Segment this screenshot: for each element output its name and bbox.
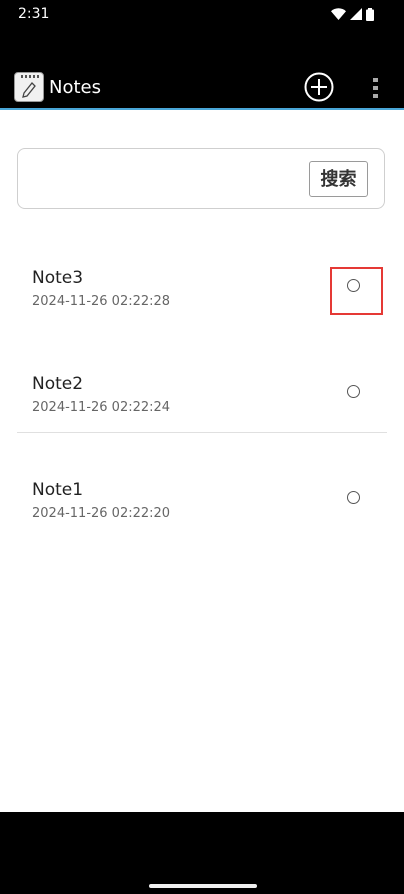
highlight-box bbox=[330, 267, 383, 315]
status-time: 2:31 bbox=[18, 6, 50, 22]
note-title: Note2 bbox=[32, 374, 84, 394]
more-options-button[interactable] bbox=[366, 76, 386, 100]
signal-icon bbox=[350, 8, 362, 20]
note-title: Note1 bbox=[32, 480, 84, 500]
battery-icon bbox=[366, 7, 374, 21]
add-note-button[interactable] bbox=[304, 72, 334, 102]
home-indicator[interactable] bbox=[149, 884, 257, 888]
list-item[interactable]: Note1 2024-11-26 02:22:20 bbox=[0, 447, 404, 553]
search-button[interactable]: 搜索 bbox=[309, 161, 368, 197]
status-icons bbox=[331, 7, 374, 21]
note-title: Note3 bbox=[32, 268, 84, 288]
plus-circle-icon bbox=[304, 72, 334, 102]
main-content: 搜索 Note3 2024-11-26 02:22:28 Note2 2024-… bbox=[0, 110, 404, 812]
select-radio[interactable] bbox=[347, 385, 360, 398]
wifi-icon bbox=[331, 8, 346, 20]
more-vertical-icon bbox=[373, 78, 378, 98]
app-title: Notes bbox=[49, 77, 101, 98]
note-timestamp: 2024-11-26 02:22:24 bbox=[32, 400, 171, 415]
list-divider bbox=[17, 432, 387, 433]
note-timestamp: 2024-11-26 02:22:28 bbox=[32, 294, 171, 309]
search-bar: 搜索 bbox=[17, 148, 385, 209]
app-bar: Notes bbox=[0, 64, 404, 108]
select-radio[interactable] bbox=[347, 491, 360, 504]
notepad-pencil-icon bbox=[14, 72, 44, 102]
note-timestamp: 2024-11-26 02:22:20 bbox=[32, 506, 171, 521]
status-bar: 2:31 bbox=[0, 0, 404, 30]
navigation-bar bbox=[0, 812, 404, 894]
search-input[interactable] bbox=[28, 161, 302, 197]
